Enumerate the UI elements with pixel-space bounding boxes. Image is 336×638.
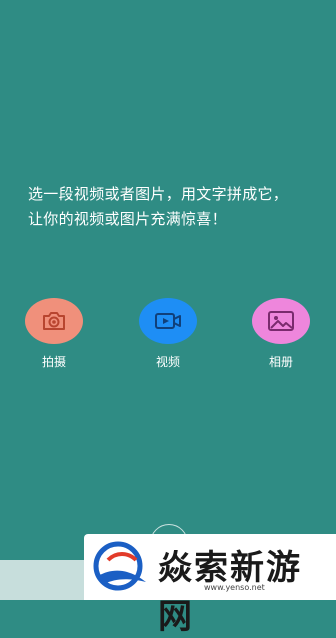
- shoot-button[interactable]: 拍摄: [22, 298, 86, 370]
- camera-icon: [43, 312, 65, 330]
- album-circle[interactable]: [252, 298, 310, 344]
- video-button[interactable]: 视频: [136, 298, 200, 370]
- intro-text: 选一段视频或者图片，用文字拼成它， 让你的视频或图片充满惊喜！: [28, 182, 328, 232]
- image-icon: [268, 311, 294, 331]
- watermark-url: www.yenso.net: [204, 583, 265, 592]
- video-circle[interactable]: [139, 298, 197, 344]
- album-button[interactable]: 相册: [249, 298, 313, 370]
- intro-line-1: 选一段视频或者图片，用文字拼成它，: [28, 185, 289, 203]
- shoot-label: 拍摄: [41, 355, 66, 369]
- watermark-logo-icon: [93, 541, 146, 591]
- watermark: 焱索新游网 www.yenso.net: [84, 534, 336, 637]
- intro-line-2: 让你的视频或图片充满惊喜！: [28, 210, 227, 228]
- album-label: 相册: [268, 355, 293, 369]
- shoot-circle[interactable]: [25, 298, 83, 344]
- video-icon: [155, 313, 181, 329]
- video-label: 视频: [155, 355, 180, 369]
